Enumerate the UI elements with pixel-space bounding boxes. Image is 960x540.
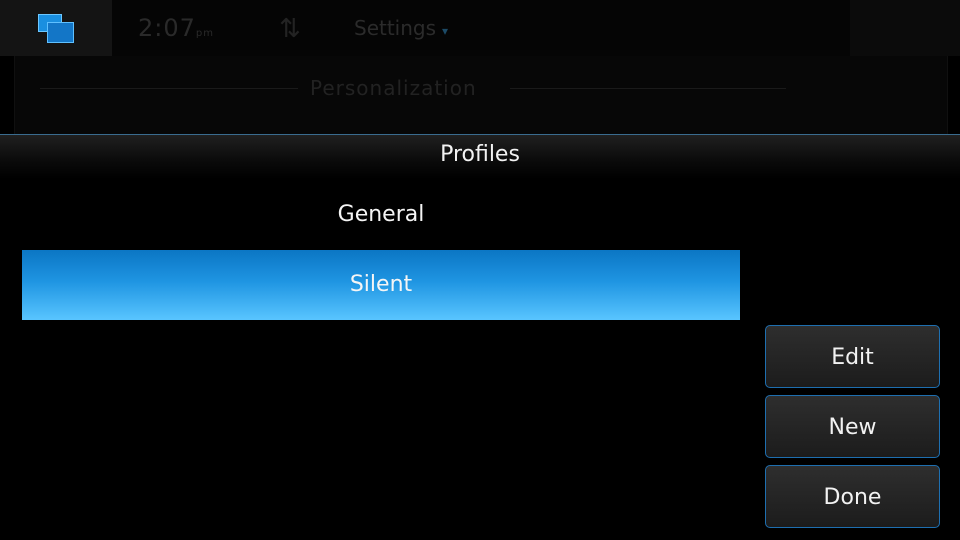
divider — [40, 88, 298, 89]
profile-item-general[interactable]: General — [22, 180, 740, 250]
edit-button[interactable]: Edit — [765, 325, 940, 388]
section-title: Personalization — [310, 76, 477, 100]
settings-panel — [14, 56, 948, 146]
network-icon: ⇅ — [279, 14, 301, 44]
screen: 2:07pm ⇅ Settings▾ ✕ Personalization Pro… — [0, 0, 960, 540]
new-button[interactable]: New — [765, 395, 940, 458]
chevron-down-icon: ▾ — [442, 24, 449, 38]
window-title: Settings ▾ — [354, 16, 449, 40]
task-switcher-button[interactable] — [0, 0, 112, 56]
close-button[interactable]: ✕ — [850, 0, 960, 56]
clock: 2:07pm — [138, 14, 214, 42]
profile-item-silent[interactable]: Silent — [22, 250, 740, 320]
divider — [510, 88, 786, 89]
done-button[interactable]: Done — [765, 465, 940, 528]
dialog-title: Profiles — [440, 142, 520, 167]
task-switcher-icon — [38, 14, 76, 44]
